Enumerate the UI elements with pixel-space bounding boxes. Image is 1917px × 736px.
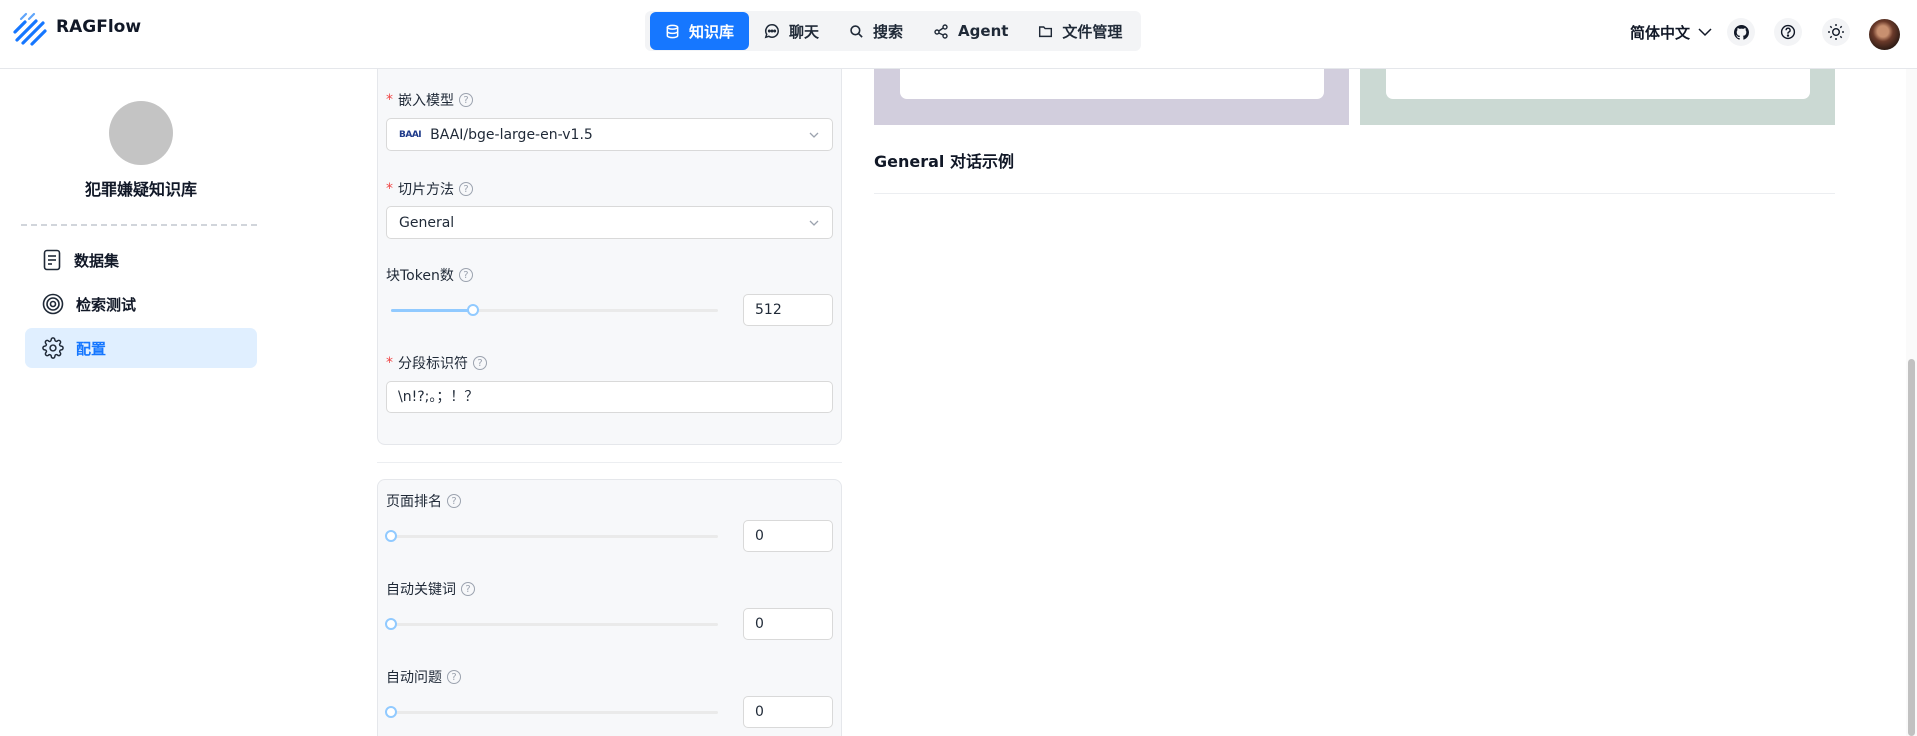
preview-title: General 对话示例 xyxy=(874,152,1014,171)
brand-name[interactable]: RAGFlow xyxy=(56,17,141,37)
example-image-card xyxy=(900,69,1324,99)
auto-questions-input[interactable]: 0 xyxy=(743,696,833,728)
sidebar-item-label: 检索测试 xyxy=(76,295,137,314)
label-text: 切片方法 xyxy=(398,182,454,198)
help-icon xyxy=(1780,24,1796,40)
required-mark: * xyxy=(386,92,393,108)
nav-label: 聊天 xyxy=(789,22,820,41)
example-image-card xyxy=(1386,69,1810,99)
label-text: 页面排名 xyxy=(386,494,442,510)
sun-icon xyxy=(1828,24,1844,40)
top-header: RAGFlow 知识库 聊天 搜索 Agent 文件管理 简体中文 xyxy=(0,0,1917,69)
language-selector[interactable]: 简体中文 xyxy=(1630,22,1712,43)
help-button[interactable] xyxy=(1774,18,1802,46)
auto-keywords-input[interactable]: 0 xyxy=(743,608,833,640)
kb-name: 犯罪嫌疑知识库 xyxy=(84,180,197,199)
nav-chat[interactable]: 聊天 xyxy=(749,12,834,50)
chevron-down-icon xyxy=(1698,28,1712,37)
chevron-down-icon xyxy=(809,220,819,226)
slider-handle[interactable] xyxy=(385,530,397,542)
slider-rail xyxy=(391,535,718,538)
slider-rail xyxy=(391,623,718,626)
chevron-down-icon xyxy=(809,132,819,138)
chunk-method-select[interactable]: General xyxy=(386,206,833,239)
auto-questions-label: 自动问题 ? xyxy=(386,667,461,687)
help-icon[interactable]: ? xyxy=(447,494,461,508)
embedding-model-label: * 嵌入模型 ? xyxy=(386,90,473,110)
label-text: 自动关键词 xyxy=(386,582,456,598)
help-icon[interactable]: ? xyxy=(459,93,473,107)
help-icon[interactable]: ? xyxy=(447,670,461,684)
nav-label: 搜索 xyxy=(873,22,904,41)
select-value: General xyxy=(399,214,455,231)
label-text: 自动问题 xyxy=(386,670,442,686)
gear-icon xyxy=(42,337,64,359)
embedding-model-select[interactable]: BAAI BAAI/bge-large-en-v1.5 xyxy=(386,118,833,151)
help-icon[interactable]: ? xyxy=(461,582,475,596)
sidebar-item-label: 数据集 xyxy=(74,251,120,270)
chat-icon xyxy=(764,24,779,39)
slider-rail xyxy=(391,711,718,714)
example-image-left xyxy=(874,69,1349,125)
help-icon[interactable]: ? xyxy=(473,356,487,370)
label-text: 块Token数 xyxy=(386,268,454,284)
scrollbar-thumb[interactable] xyxy=(1908,359,1915,736)
section-divider xyxy=(377,462,842,463)
github-button[interactable] xyxy=(1727,18,1755,46)
delimiter-input[interactable]: \n!?;。；！？ xyxy=(386,381,833,413)
label-text: 分段标识符 xyxy=(398,356,468,372)
required-mark: * xyxy=(386,181,393,197)
agent-icon xyxy=(934,24,948,39)
nav-label: 文件管理 xyxy=(1062,22,1123,41)
label-text: 嵌入模型 xyxy=(398,93,454,109)
chunk-token-slider[interactable] xyxy=(391,304,718,316)
required-mark: * xyxy=(386,355,393,371)
chunk-method-label: * 切片方法 ? xyxy=(386,179,473,199)
slider-handle[interactable] xyxy=(385,618,397,630)
nav-label: Agent xyxy=(958,22,1009,40)
language-label: 简体中文 xyxy=(1630,24,1691,42)
help-icon[interactable]: ? xyxy=(458,268,473,282)
auto-keywords-label: 自动关键词 ? xyxy=(386,579,475,599)
main-nav: 知识库 聊天 搜索 Agent 文件管理 xyxy=(645,11,1142,51)
example-image-right xyxy=(1360,69,1835,125)
slider-track xyxy=(391,309,473,312)
sidebar-divider xyxy=(21,224,257,226)
baai-logo-icon: BAAI xyxy=(399,129,422,140)
nav-file-management[interactable]: 文件管理 xyxy=(1023,12,1137,50)
database-icon xyxy=(666,24,679,38)
nav-agent[interactable]: Agent xyxy=(918,12,1023,50)
ragflow-logo-icon[interactable] xyxy=(12,10,48,46)
sidebar-item-retrieval-test[interactable]: 检索测试 xyxy=(25,284,257,324)
slider-handle[interactable] xyxy=(466,304,479,316)
preview-divider xyxy=(874,193,1835,194)
delimiter-label: * 分段标识符 ? xyxy=(386,353,487,373)
page-rank-label: 页面排名 ? xyxy=(386,491,461,511)
github-icon xyxy=(1733,24,1749,40)
sidebar-item-label: 配置 xyxy=(76,339,107,358)
user-avatar[interactable] xyxy=(1869,19,1900,50)
target-icon xyxy=(42,293,64,315)
select-value: BAAI/bge-large-en-v1.5 xyxy=(430,126,593,143)
sidebar-item-dataset[interactable]: 数据集 xyxy=(25,240,257,280)
page-rank-slider[interactable] xyxy=(385,530,718,542)
search-icon xyxy=(850,24,863,38)
nav-label: 知识库 xyxy=(689,22,735,41)
chunk-token-input[interactable]: 512 xyxy=(743,294,833,326)
kb-avatar xyxy=(109,101,173,165)
folder-icon xyxy=(1039,25,1053,37)
slider-handle[interactable] xyxy=(385,706,397,718)
nav-search[interactable]: 搜索 xyxy=(834,12,918,50)
document-icon xyxy=(43,249,61,271)
page-rank-input[interactable]: 0 xyxy=(743,520,833,552)
chunk-token-label: 块Token数 ? xyxy=(386,265,473,285)
auto-keywords-slider[interactable] xyxy=(385,618,718,630)
nav-knowledge-base[interactable]: 知识库 xyxy=(650,12,750,50)
auto-questions-slider[interactable] xyxy=(385,706,718,718)
help-icon[interactable]: ? xyxy=(459,182,473,196)
sidebar-item-config[interactable]: 配置 xyxy=(25,328,257,368)
theme-toggle-button[interactable] xyxy=(1822,18,1850,46)
